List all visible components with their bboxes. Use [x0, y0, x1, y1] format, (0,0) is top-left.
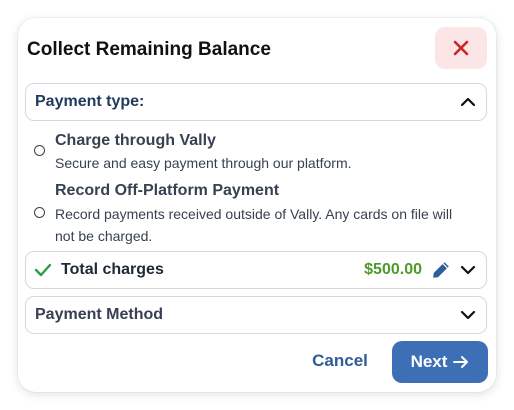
charge-through-vally-radio[interactable]	[34, 145, 45, 156]
close-icon	[452, 39, 470, 57]
next-button-label: Next	[410, 352, 448, 371]
payment-method-header[interactable]: Payment Method	[25, 296, 487, 334]
payment-method-label: Payment Method	[35, 306, 164, 323]
payment-type-header[interactable]: Payment type:	[25, 83, 487, 121]
payment-option-charge-through-vally[interactable]: Charge through Vally Secure and easy pay…	[32, 130, 482, 174]
option-description: Secure and easy payment through our plat…	[55, 155, 352, 171]
total-charges-row[interactable]: Total charges $500.00	[25, 251, 487, 289]
pencil-icon[interactable]	[430, 259, 452, 281]
record-off-platform-radio[interactable]	[34, 207, 45, 218]
chevron-up-icon	[459, 93, 477, 111]
option-description: Record payments received outside of Vall…	[55, 206, 453, 244]
check-icon	[34, 261, 52, 279]
payment-type-label: Payment type:	[35, 93, 145, 110]
collect-balance-modal: Collect Remaining Balance Payment type: …	[18, 18, 496, 392]
payment-option-record-off-platform[interactable]: Record Off-Platform Payment Record payme…	[32, 180, 482, 248]
next-button[interactable]: Next	[392, 341, 488, 383]
arrow-right-icon	[453, 355, 469, 369]
option-title: Charge through Vally	[55, 132, 216, 149]
cancel-button[interactable]: Cancel	[300, 342, 380, 380]
total-charges-label: Total charges	[61, 261, 164, 278]
option-title: Record Off-Platform Payment	[55, 182, 280, 199]
chevron-down-icon	[459, 306, 477, 324]
page-background: Collect Remaining Balance Payment type: …	[0, 0, 514, 410]
chevron-down-icon[interactable]	[459, 261, 477, 279]
close-button[interactable]	[435, 27, 487, 69]
modal-title: Collect Remaining Balance	[27, 39, 271, 60]
total-charges-amount: $500.00	[364, 261, 422, 278]
